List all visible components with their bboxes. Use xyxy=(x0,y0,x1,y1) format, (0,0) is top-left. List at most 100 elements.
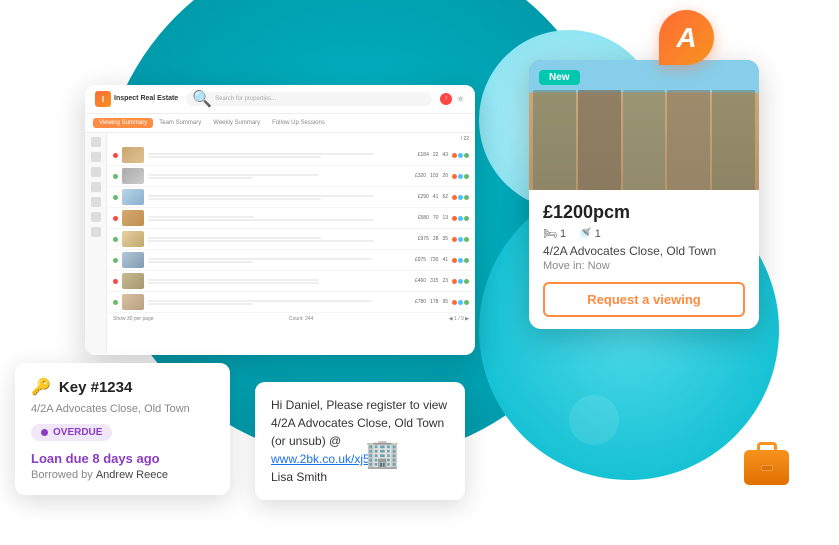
row-dots xyxy=(452,153,469,158)
sms-sender: Lisa Smith xyxy=(271,470,327,484)
sms-text: Hi Daniel, Please register to view 4/2A … xyxy=(271,398,447,448)
tab-followup[interactable]: Follow Up Sessions xyxy=(266,118,331,128)
row-status-green xyxy=(113,237,118,242)
table-rows: £184 22 43 xyxy=(107,145,475,313)
sidebar-icon-7[interactable] xyxy=(91,227,101,237)
row-thumbnail xyxy=(122,273,144,289)
row-thumbnail xyxy=(122,231,144,247)
table-pagination: Show 30 per page Count: 244 ◀ 1 / 9 ▶ xyxy=(107,313,475,325)
row-thumbnail xyxy=(122,294,144,310)
row-numbers: £460 315 23 xyxy=(415,278,448,284)
dashboard-header: I Inspect Real Estate 🔍 Search for prope… xyxy=(85,85,475,114)
table-toolbar: / 22 xyxy=(107,133,475,145)
key-card-header: 🔑 Key #1234 xyxy=(31,377,214,397)
table-area: / 22 £184 22 43 xyxy=(107,133,475,353)
row-dots xyxy=(452,195,469,200)
row-thumbnail xyxy=(122,168,144,184)
property-price: £1200pcm xyxy=(543,202,745,223)
row-status-red xyxy=(113,279,118,284)
row-numbers: £780 178 95 xyxy=(415,299,448,305)
table-row[interactable]: £320 103 20 xyxy=(107,166,475,187)
row-bar xyxy=(148,174,319,176)
baths-info: 🚿 1 xyxy=(578,227,601,240)
row-status-green xyxy=(113,258,118,263)
zapier-icon-container: A xyxy=(659,10,714,75)
row-bar xyxy=(148,237,321,239)
logo-icon: I xyxy=(95,91,111,107)
building-icon: 🏢 xyxy=(365,437,400,470)
row-bar xyxy=(148,177,253,179)
star-icon[interactable]: ★ xyxy=(456,94,465,105)
row-numbers: £975 730 41 xyxy=(415,257,448,263)
sidebar-icon-6[interactable] xyxy=(91,212,101,222)
tab-weekly-summary[interactable]: Weekly Summary xyxy=(207,118,266,128)
row-dots xyxy=(452,258,469,263)
sidebar-icon-5[interactable] xyxy=(91,197,101,207)
row-numbers: £184 22 43 xyxy=(418,152,448,158)
row-numbers: £320 103 20 xyxy=(415,173,448,179)
loan-due-text: Loan due 8 days ago xyxy=(31,451,214,466)
row-bars xyxy=(148,300,411,305)
row-bars xyxy=(148,195,414,200)
row-bar xyxy=(148,282,319,284)
request-viewing-button[interactable]: Request a viewing xyxy=(543,282,745,317)
row-bars xyxy=(148,279,411,284)
dashboard-card: I Inspect Real Estate 🔍 Search for prope… xyxy=(85,85,475,355)
row-bar xyxy=(148,216,254,218)
row-bars xyxy=(148,174,411,179)
table-row[interactable]: £184 22 43 xyxy=(107,145,475,166)
overdue-dot xyxy=(41,429,48,436)
row-thumbnail xyxy=(122,189,144,205)
pagination-count: Count: 244 xyxy=(289,316,313,322)
key-number: Key #1234 xyxy=(59,379,132,396)
count-badge: / 22 xyxy=(461,136,469,142)
row-numbers: £580 70 13 xyxy=(418,215,448,221)
row-numbers: £290 41 62 xyxy=(418,194,448,200)
key-icon: 🔑 xyxy=(31,377,51,397)
header-icons: ! ★ xyxy=(440,93,465,105)
row-dots xyxy=(452,174,469,179)
row-dots xyxy=(452,216,469,221)
sidebar-icon-3[interactable] xyxy=(91,167,101,177)
tab-team-summary[interactable]: Team Summary xyxy=(153,118,207,128)
app-name: Inspect Real Estate xyxy=(114,95,178,103)
row-bars xyxy=(148,216,414,221)
table-row[interactable]: £460 315 23 xyxy=(107,271,475,292)
property-amenities: 🛏 1 🚿 1 xyxy=(543,227,745,240)
sidebar-icon-1[interactable] xyxy=(91,137,101,147)
key-card: 🔑 Key #1234 4/2A Advocates Close, Old To… xyxy=(15,363,230,495)
tab-viewing-summary[interactable]: Viewing Summary xyxy=(93,118,153,128)
beds-count: 1 xyxy=(560,228,566,240)
sidebar-icon-2[interactable] xyxy=(91,152,101,162)
row-bar xyxy=(148,300,372,302)
row-status-green xyxy=(113,300,118,305)
notification-icon[interactable]: ! xyxy=(440,93,452,105)
table-row[interactable]: £975 730 41 xyxy=(107,250,475,271)
bath-icon: 🚿 xyxy=(578,227,592,240)
briefcase-handle xyxy=(757,442,777,450)
borrowed-by-text: Borrowed by Andrew Reece xyxy=(31,469,214,481)
search-placeholder: Search for properties... xyxy=(215,96,276,102)
sidebar-icon-4[interactable] xyxy=(91,182,101,192)
table-row[interactable]: £975 28 35 xyxy=(107,229,475,250)
search-bar[interactable]: 🔍 Search for properties... xyxy=(186,92,432,106)
row-bar xyxy=(148,219,374,221)
sms-card: Hi Daniel, Please register to view 4/2A … xyxy=(255,382,465,500)
dashboard-logo: I Inspect Real Estate xyxy=(95,91,178,107)
pagination-nav[interactable]: ◀ 1 / 9 ▶ xyxy=(449,316,469,322)
row-bar xyxy=(148,279,319,281)
table-row[interactable]: £290 41 62 xyxy=(107,187,475,208)
row-status-red xyxy=(113,153,118,158)
beds-info: 🛏 1 xyxy=(543,227,566,240)
row-bar xyxy=(148,303,253,305)
deco-circle-2 xyxy=(569,395,619,445)
row-bars xyxy=(148,237,414,242)
row-status-green xyxy=(113,195,118,200)
search-icon: 🔍 xyxy=(192,89,212,109)
baths-count: 1 xyxy=(595,228,601,240)
table-row[interactable]: £780 178 95 xyxy=(107,292,475,313)
row-thumbnail xyxy=(122,147,144,163)
dashboard-body: / 22 £184 22 43 xyxy=(85,133,475,353)
row-bar xyxy=(148,261,253,263)
table-row[interactable]: £580 70 13 xyxy=(107,208,475,229)
